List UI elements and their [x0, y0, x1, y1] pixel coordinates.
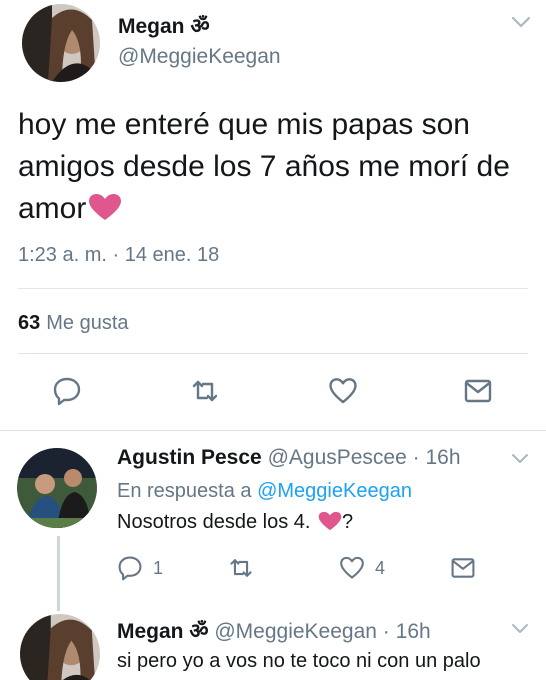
- last-reply-text: si pero yo a vos no te toco ni con un pa…: [117, 650, 481, 672]
- reply-author-name[interactable]: Agustin Pesce: [117, 446, 262, 469]
- likes-summary[interactable]: 63 Me gusta: [18, 312, 129, 335]
- chevron-down-icon[interactable]: [510, 452, 530, 466]
- reply-retweet-button[interactable]: [228, 554, 254, 582]
- separator-dot: ·: [406, 446, 426, 469]
- divider: [18, 288, 528, 289]
- reply-header: Agustin Pesce @AgusPescee · 16h: [117, 446, 461, 470]
- author-name[interactable]: Megan ॐ: [118, 12, 210, 40]
- in-reply-to: En respuesta a @MeggieKeegan: [117, 480, 412, 503]
- last-reply-author-name[interactable]: Megan: [117, 620, 184, 643]
- avatar-agustin[interactable]: [17, 448, 97, 528]
- om-symbol: ॐ: [189, 620, 209, 643]
- chevron-down-icon[interactable]: [510, 14, 532, 30]
- om-symbol: ॐ: [190, 15, 210, 38]
- in-reply-handle-link[interactable]: @MeggieKeegan: [257, 480, 412, 502]
- like-icon: [340, 556, 364, 579]
- reply-text-start: Nosotros desde los 4.: [117, 511, 316, 533]
- retweet-icon: [230, 559, 252, 577]
- tweet-text: hoy me enteré que mis papas son amigos d…: [18, 104, 538, 233]
- last-reply-time[interactable]: 16h: [396, 620, 431, 643]
- thread-line: [57, 536, 60, 611]
- retweet-icon[interactable]: [190, 376, 220, 406]
- reply-count: 1: [153, 557, 164, 578]
- likes-label: Me gusta: [46, 312, 129, 334]
- reply-icon[interactable]: [52, 376, 82, 406]
- like-count: 4: [375, 557, 386, 578]
- author-handle[interactable]: @MeggieKeegan: [118, 45, 281, 69]
- avatar-megan[interactable]: [22, 4, 100, 82]
- separator-dot: ·: [376, 620, 396, 643]
- tweet-timestamp[interactable]: 1:23 a. m. · 14 ene. 18: [18, 244, 219, 267]
- reply-text-end: ?: [342, 511, 354, 533]
- reply-time[interactable]: 16h: [425, 446, 460, 469]
- message-icon: [451, 558, 475, 578]
- author-name-text: Megan: [118, 15, 185, 38]
- in-reply-prefix: En respuesta a: [117, 480, 258, 502]
- reply-text: Nosotros desde los 4. ?: [117, 511, 353, 537]
- heart-emoji-icon: [318, 511, 342, 537]
- divider: [18, 353, 528, 354]
- reply-like-button[interactable]: 4: [339, 554, 385, 582]
- message-icon[interactable]: [463, 376, 493, 406]
- reply-author-handle[interactable]: @AgusPescee: [268, 446, 407, 469]
- divider: [0, 430, 546, 431]
- last-reply-author-handle[interactable]: @MeggieKeegan: [214, 620, 377, 643]
- like-icon[interactable]: [328, 376, 358, 406]
- reply-reply-button[interactable]: 1: [117, 554, 163, 582]
- reply-message-button[interactable]: [450, 554, 476, 582]
- heart-emoji-icon: [88, 191, 122, 233]
- likes-count: 63: [18, 312, 41, 334]
- last-reply-header: Megan ॐ @MeggieKeegan · 16h: [117, 617, 431, 645]
- avatar-megan[interactable]: [20, 614, 100, 680]
- reply-icon: [118, 556, 142, 581]
- chevron-down-icon[interactable]: [510, 622, 530, 636]
